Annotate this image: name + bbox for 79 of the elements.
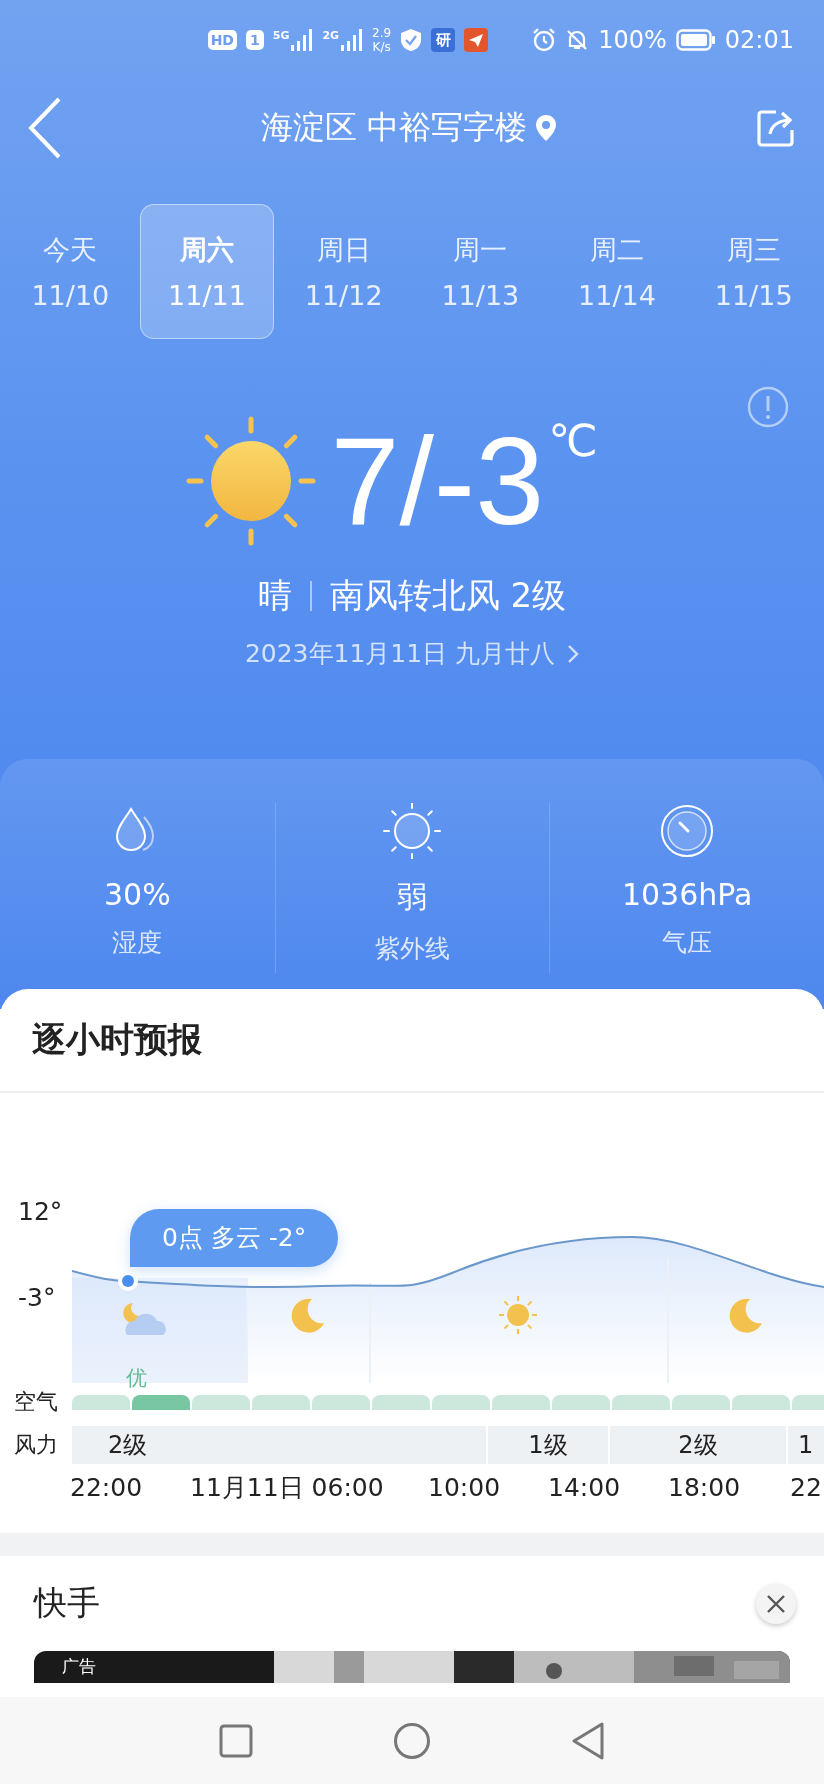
clock-time: 02:01 bbox=[724, 26, 794, 54]
battery-percent: 100% bbox=[598, 26, 667, 54]
axis-label: 12° bbox=[18, 1197, 63, 1226]
hour-tooltip: 0点 多云 -2° bbox=[130, 1209, 339, 1267]
sun-icon bbox=[186, 416, 317, 546]
back-icon bbox=[28, 97, 62, 159]
close-button[interactable] bbox=[756, 1583, 796, 1624]
time-label: 22: bbox=[790, 1472, 824, 1502]
stat-label: 湿度 bbox=[112, 927, 163, 959]
air-quality-segment[interactable] bbox=[312, 1394, 370, 1410]
section-title: 逐小时预报 bbox=[0, 989, 824, 1093]
row-label: 空气 bbox=[13, 1388, 59, 1416]
sim-badge: HD bbox=[207, 30, 237, 50]
signal-icon bbox=[341, 29, 364, 51]
day-tab[interactable]: 今天 11/10 bbox=[3, 204, 138, 339]
stat-label: 紫外线 bbox=[375, 933, 450, 965]
alarm-icon bbox=[532, 28, 557, 52]
ad-label: 广告 bbox=[62, 1655, 96, 1677]
share-button[interactable] bbox=[756, 108, 796, 148]
share-icon bbox=[756, 108, 796, 148]
air-quality-label: 优 bbox=[126, 1364, 147, 1392]
stat-value: 1036hPa bbox=[621, 877, 753, 912]
wind-description: 南风转北风 2级 bbox=[329, 574, 567, 617]
home-button[interactable] bbox=[393, 1721, 431, 1760]
air-quality-segment[interactable] bbox=[372, 1394, 430, 1410]
recent-apps-button[interactable] bbox=[219, 1723, 253, 1758]
time-label: 18:00 bbox=[668, 1472, 742, 1502]
shield-icon bbox=[400, 28, 423, 52]
sim-badge: 1 bbox=[246, 30, 264, 50]
network-label: 2G bbox=[322, 29, 340, 42]
air-quality-segment[interactable] bbox=[672, 1394, 730, 1410]
temperature-range: 7/-3 bbox=[330, 411, 545, 551]
wind-level: 1 bbox=[788, 1426, 824, 1464]
back-button[interactable] bbox=[571, 1721, 605, 1760]
date-link[interactable]: 2023年11月11日 九月廿八 bbox=[244, 637, 556, 670]
air-quality-segment[interactable] bbox=[612, 1394, 670, 1410]
close-icon bbox=[766, 1593, 786, 1614]
alert-icon[interactable] bbox=[747, 386, 789, 428]
speed-value: 2.9 bbox=[372, 26, 392, 40]
day-tab[interactable]: 周三 11/15 bbox=[686, 204, 821, 339]
air-quality-segment[interactable] bbox=[192, 1394, 250, 1410]
moon-icon bbox=[291, 1298, 324, 1333]
network-label: 5G bbox=[272, 29, 290, 42]
signal-icon bbox=[291, 29, 314, 51]
stat-label: 气压 bbox=[662, 927, 713, 959]
day-tab[interactable]: 周一 11/13 bbox=[413, 204, 548, 339]
ad-title: 快手 bbox=[34, 1582, 100, 1624]
wind-level: 1级 bbox=[488, 1426, 608, 1464]
row-label: 风力 bbox=[13, 1431, 59, 1459]
axis-label: -3° bbox=[18, 1283, 56, 1312]
location-title: 海淀区 中裕写字楼 bbox=[260, 107, 528, 148]
wind-level: 2级 bbox=[72, 1426, 486, 1464]
location-pin-icon bbox=[535, 114, 558, 142]
app-icon: 研 bbox=[431, 28, 456, 52]
stat-value: 弱 bbox=[397, 878, 428, 916]
chevron-right-icon bbox=[567, 643, 580, 664]
time-label: 14:00 bbox=[548, 1472, 622, 1502]
paper-plane-icon bbox=[464, 28, 489, 52]
air-quality-segment[interactable] bbox=[432, 1394, 490, 1410]
time-label: 22:00 bbox=[70, 1472, 144, 1502]
sun-icon bbox=[498, 1295, 538, 1335]
time-label: 11月11日 06:00 bbox=[190, 1471, 385, 1504]
air-quality-segment[interactable] bbox=[732, 1394, 790, 1410]
moon-icon bbox=[729, 1298, 762, 1333]
air-quality-segment[interactable] bbox=[492, 1394, 550, 1410]
day-tab[interactable]: 周日 11/12 bbox=[276, 204, 411, 339]
temperature-unit: ℃ bbox=[548, 414, 598, 468]
wind-level: 2级 bbox=[610, 1426, 786, 1464]
stat-value: 30% bbox=[104, 877, 171, 912]
air-quality-segment[interactable] bbox=[72, 1394, 130, 1410]
weather-condition: 晴 bbox=[257, 574, 292, 617]
air-quality-segment[interactable] bbox=[252, 1394, 310, 1410]
day-tab[interactable]: 周六 11/11 bbox=[139, 204, 275, 339]
day-tab[interactable]: 周二 11/14 bbox=[549, 204, 685, 339]
speed-unit: K/s bbox=[372, 40, 391, 54]
air-quality-segment[interactable] bbox=[552, 1394, 610, 1410]
time-label: 10:00 bbox=[428, 1472, 502, 1502]
battery-icon bbox=[675, 29, 716, 51]
cloudy-night-icon bbox=[123, 1303, 166, 1335]
